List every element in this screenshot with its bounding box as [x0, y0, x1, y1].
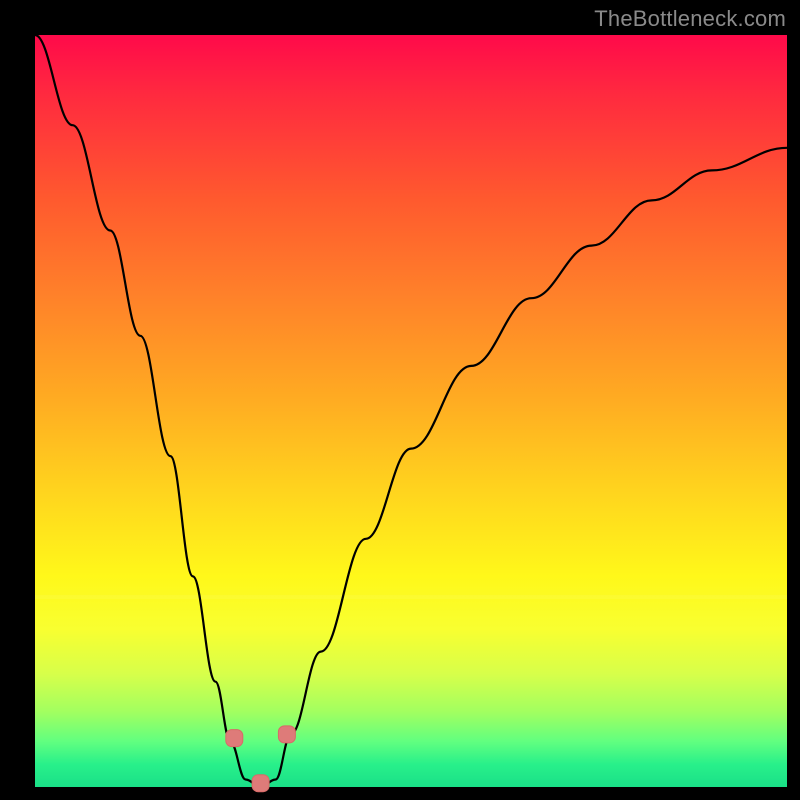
chart-frame: TheBottleneck.com — [0, 0, 800, 800]
left-marker — [226, 730, 243, 747]
curve-layer — [35, 35, 787, 787]
bottleneck-curve — [35, 35, 787, 787]
watermark-text: TheBottleneck.com — [594, 6, 786, 32]
curve-markers — [226, 726, 296, 792]
bottom-marker — [252, 775, 269, 792]
right-marker — [278, 726, 295, 743]
